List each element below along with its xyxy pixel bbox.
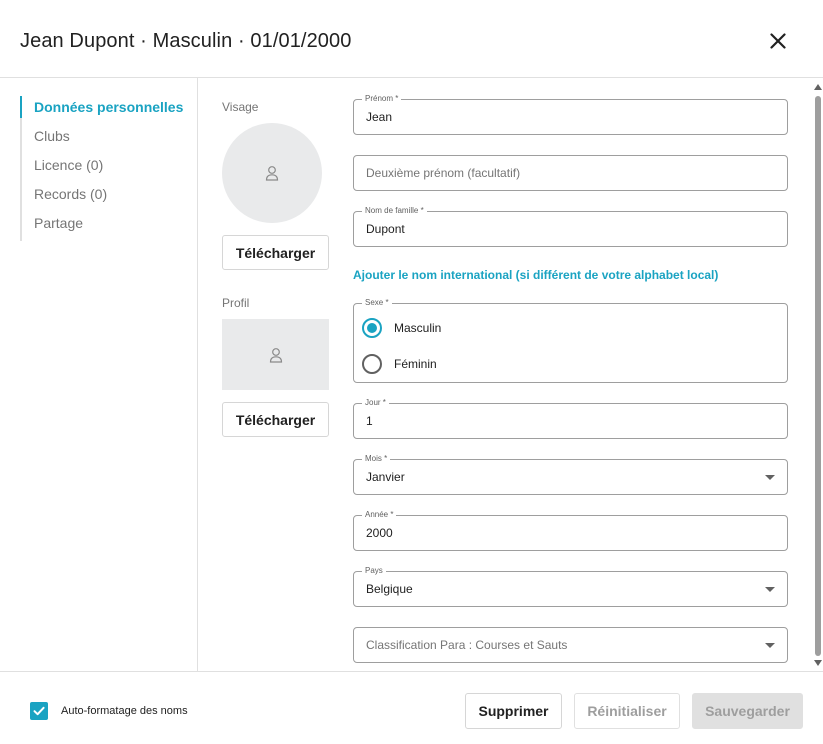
nav-item-sharing[interactable]: Partage xyxy=(22,212,183,241)
first-name-value: Jean xyxy=(366,110,393,124)
scroll-up-arrow-icon[interactable] xyxy=(814,84,822,90)
scrollbar[interactable] xyxy=(813,78,823,671)
middle-name-field[interactable]: Deuxième prénom (facultatif) xyxy=(353,155,788,191)
month-label: Mois * xyxy=(362,453,391,465)
auto-format-checkbox[interactable] xyxy=(30,702,48,720)
dialog-footer: Auto-formatage des noms Supprimer Réinit… xyxy=(0,671,823,744)
radio-female[interactable] xyxy=(362,354,382,374)
year-label: Année * xyxy=(362,509,397,521)
nav-item-personal-data[interactable]: Données personnelles xyxy=(19,96,183,125)
day-field[interactable]: Jour * 1 xyxy=(353,397,788,439)
middle-name-placeholder: Deuxième prénom (facultatif) xyxy=(366,166,521,180)
dialog-header: Jean Dupont · Masculin · 01/01/2000 xyxy=(0,0,823,78)
nav-list: Données personnelles Clubs Licence (0) R… xyxy=(19,96,183,241)
nav-item-licence[interactable]: Licence (0) xyxy=(22,154,183,183)
nav-item-clubs[interactable]: Clubs xyxy=(22,125,183,154)
delete-button[interactable]: Supprimer xyxy=(465,693,562,729)
country-label: Pays xyxy=(362,565,386,577)
sex-radio-group: Sexe * Masculin Féminin xyxy=(353,297,788,383)
face-avatar[interactable] xyxy=(222,123,322,223)
month-value: Janvier xyxy=(366,470,405,484)
close-icon xyxy=(770,33,786,49)
dialog-body: Données personnelles Clubs Licence (0) R… xyxy=(0,78,823,671)
profile-image[interactable] xyxy=(222,319,329,390)
radio-male[interactable] xyxy=(362,318,382,338)
year-field[interactable]: Année * 2000 xyxy=(353,509,788,551)
chevron-down-icon xyxy=(765,587,775,592)
page-title: Jean Dupont · Masculin · 01/01/2000 xyxy=(20,30,352,52)
profile-label: Profil xyxy=(222,296,250,310)
person-icon xyxy=(265,166,279,181)
scroll-thumb[interactable] xyxy=(815,96,821,656)
para-classification-select[interactable]: Classification Para : Courses et Sauts xyxy=(353,627,788,663)
sex-option-female[interactable]: Féminin xyxy=(362,352,437,376)
radio-male-label: Masculin xyxy=(394,321,442,335)
last-name-field[interactable]: Nom de famille * Dupont xyxy=(353,205,788,247)
last-name-value: Dupont xyxy=(366,222,405,236)
section-nav: Données personnelles Clubs Licence (0) R… xyxy=(0,78,198,671)
add-international-name-link[interactable]: Ajouter le nom international (si différe… xyxy=(353,268,718,282)
para-classification-placeholder: Classification Para : Courses et Sauts xyxy=(366,638,568,652)
chevron-down-icon xyxy=(765,643,775,648)
close-button[interactable] xyxy=(762,26,794,56)
sex-option-male[interactable]: Masculin xyxy=(362,316,441,340)
country-value: Belgique xyxy=(366,582,413,596)
face-label: Visage xyxy=(222,100,259,114)
person-icon xyxy=(269,347,282,363)
auto-format-label: Auto-formatage des noms xyxy=(61,705,188,717)
sex-label: Sexe * xyxy=(362,297,392,309)
upload-profile-button[interactable]: Télécharger xyxy=(222,402,329,437)
day-value: 1 xyxy=(366,414,373,428)
upload-face-button[interactable]: Télécharger xyxy=(222,235,329,270)
nav-item-records[interactable]: Records (0) xyxy=(22,183,183,212)
radio-female-label: Féminin xyxy=(394,357,437,371)
save-button[interactable]: Sauvegarder xyxy=(692,693,803,729)
first-name-label: Prénom * xyxy=(362,93,402,105)
first-name-field[interactable]: Prénom * Jean xyxy=(353,93,788,135)
year-value: 2000 xyxy=(366,526,393,540)
reset-button[interactable]: Réinitialiser xyxy=(574,693,680,729)
last-name-label: Nom de famille * xyxy=(362,205,427,217)
chevron-down-icon xyxy=(765,475,775,480)
checkmark-icon xyxy=(33,706,45,716)
scroll-down-arrow-icon[interactable] xyxy=(814,660,822,666)
country-select[interactable]: Pays Belgique xyxy=(353,565,788,607)
day-label: Jour * xyxy=(362,397,389,409)
month-select[interactable]: Mois * Janvier xyxy=(353,453,788,495)
